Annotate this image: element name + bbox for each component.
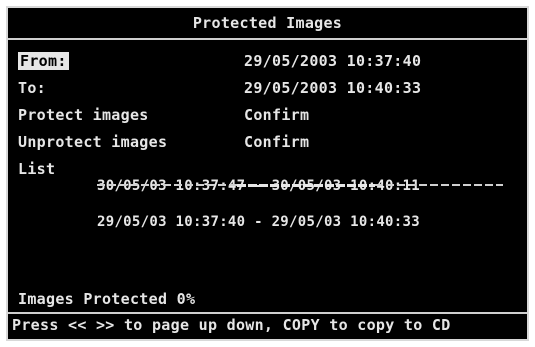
unprotect-confirm-button[interactable]: Confirm	[244, 133, 309, 151]
footer-divider	[8, 312, 527, 314]
protected-list[interactable]: 30/05/03 10:37:47 - 30/05/03 10:40:11 29…	[97, 156, 420, 252]
to-value[interactable]: 29/05/2003 10:40:33	[244, 79, 421, 97]
protect-confirm-button[interactable]: Confirm	[244, 106, 309, 124]
help-text: Press << >> to page up down, COPY to cop…	[12, 316, 451, 334]
protect-images-label: Protect images	[18, 106, 149, 124]
status-row: Images Protected 0%	[18, 290, 517, 310]
title-divider	[8, 38, 527, 40]
dvr-menu-screen: Protected Images From: 29/05/2003 10:37:…	[6, 6, 529, 341]
to-label: To:	[18, 79, 46, 97]
list-label: List	[18, 160, 56, 178]
list-item[interactable]: 29/05/03 10:37:40 - 29/05/03 10:40:33	[97, 215, 420, 229]
unprotect-row[interactable]: Unprotect images Confirm	[18, 133, 517, 153]
from-label-selected[interactable]: From:	[18, 52, 69, 70]
help-row: Press << >> to page up down, COPY to cop…	[12, 316, 517, 336]
list-underline	[97, 184, 505, 187]
protect-row[interactable]: Protect images Confirm	[18, 106, 517, 126]
from-value[interactable]: 29/05/2003 10:37:40	[244, 52, 421, 70]
protect-status-text: Images Protected 0%	[18, 290, 196, 308]
menu-title: Protected Images	[192, 14, 343, 32]
unprotect-images-label: Unprotect images	[18, 133, 168, 151]
from-row[interactable]: From: 29/05/2003 10:37:40	[18, 52, 517, 72]
to-row[interactable]: To: 29/05/2003 10:40:33	[18, 79, 517, 99]
